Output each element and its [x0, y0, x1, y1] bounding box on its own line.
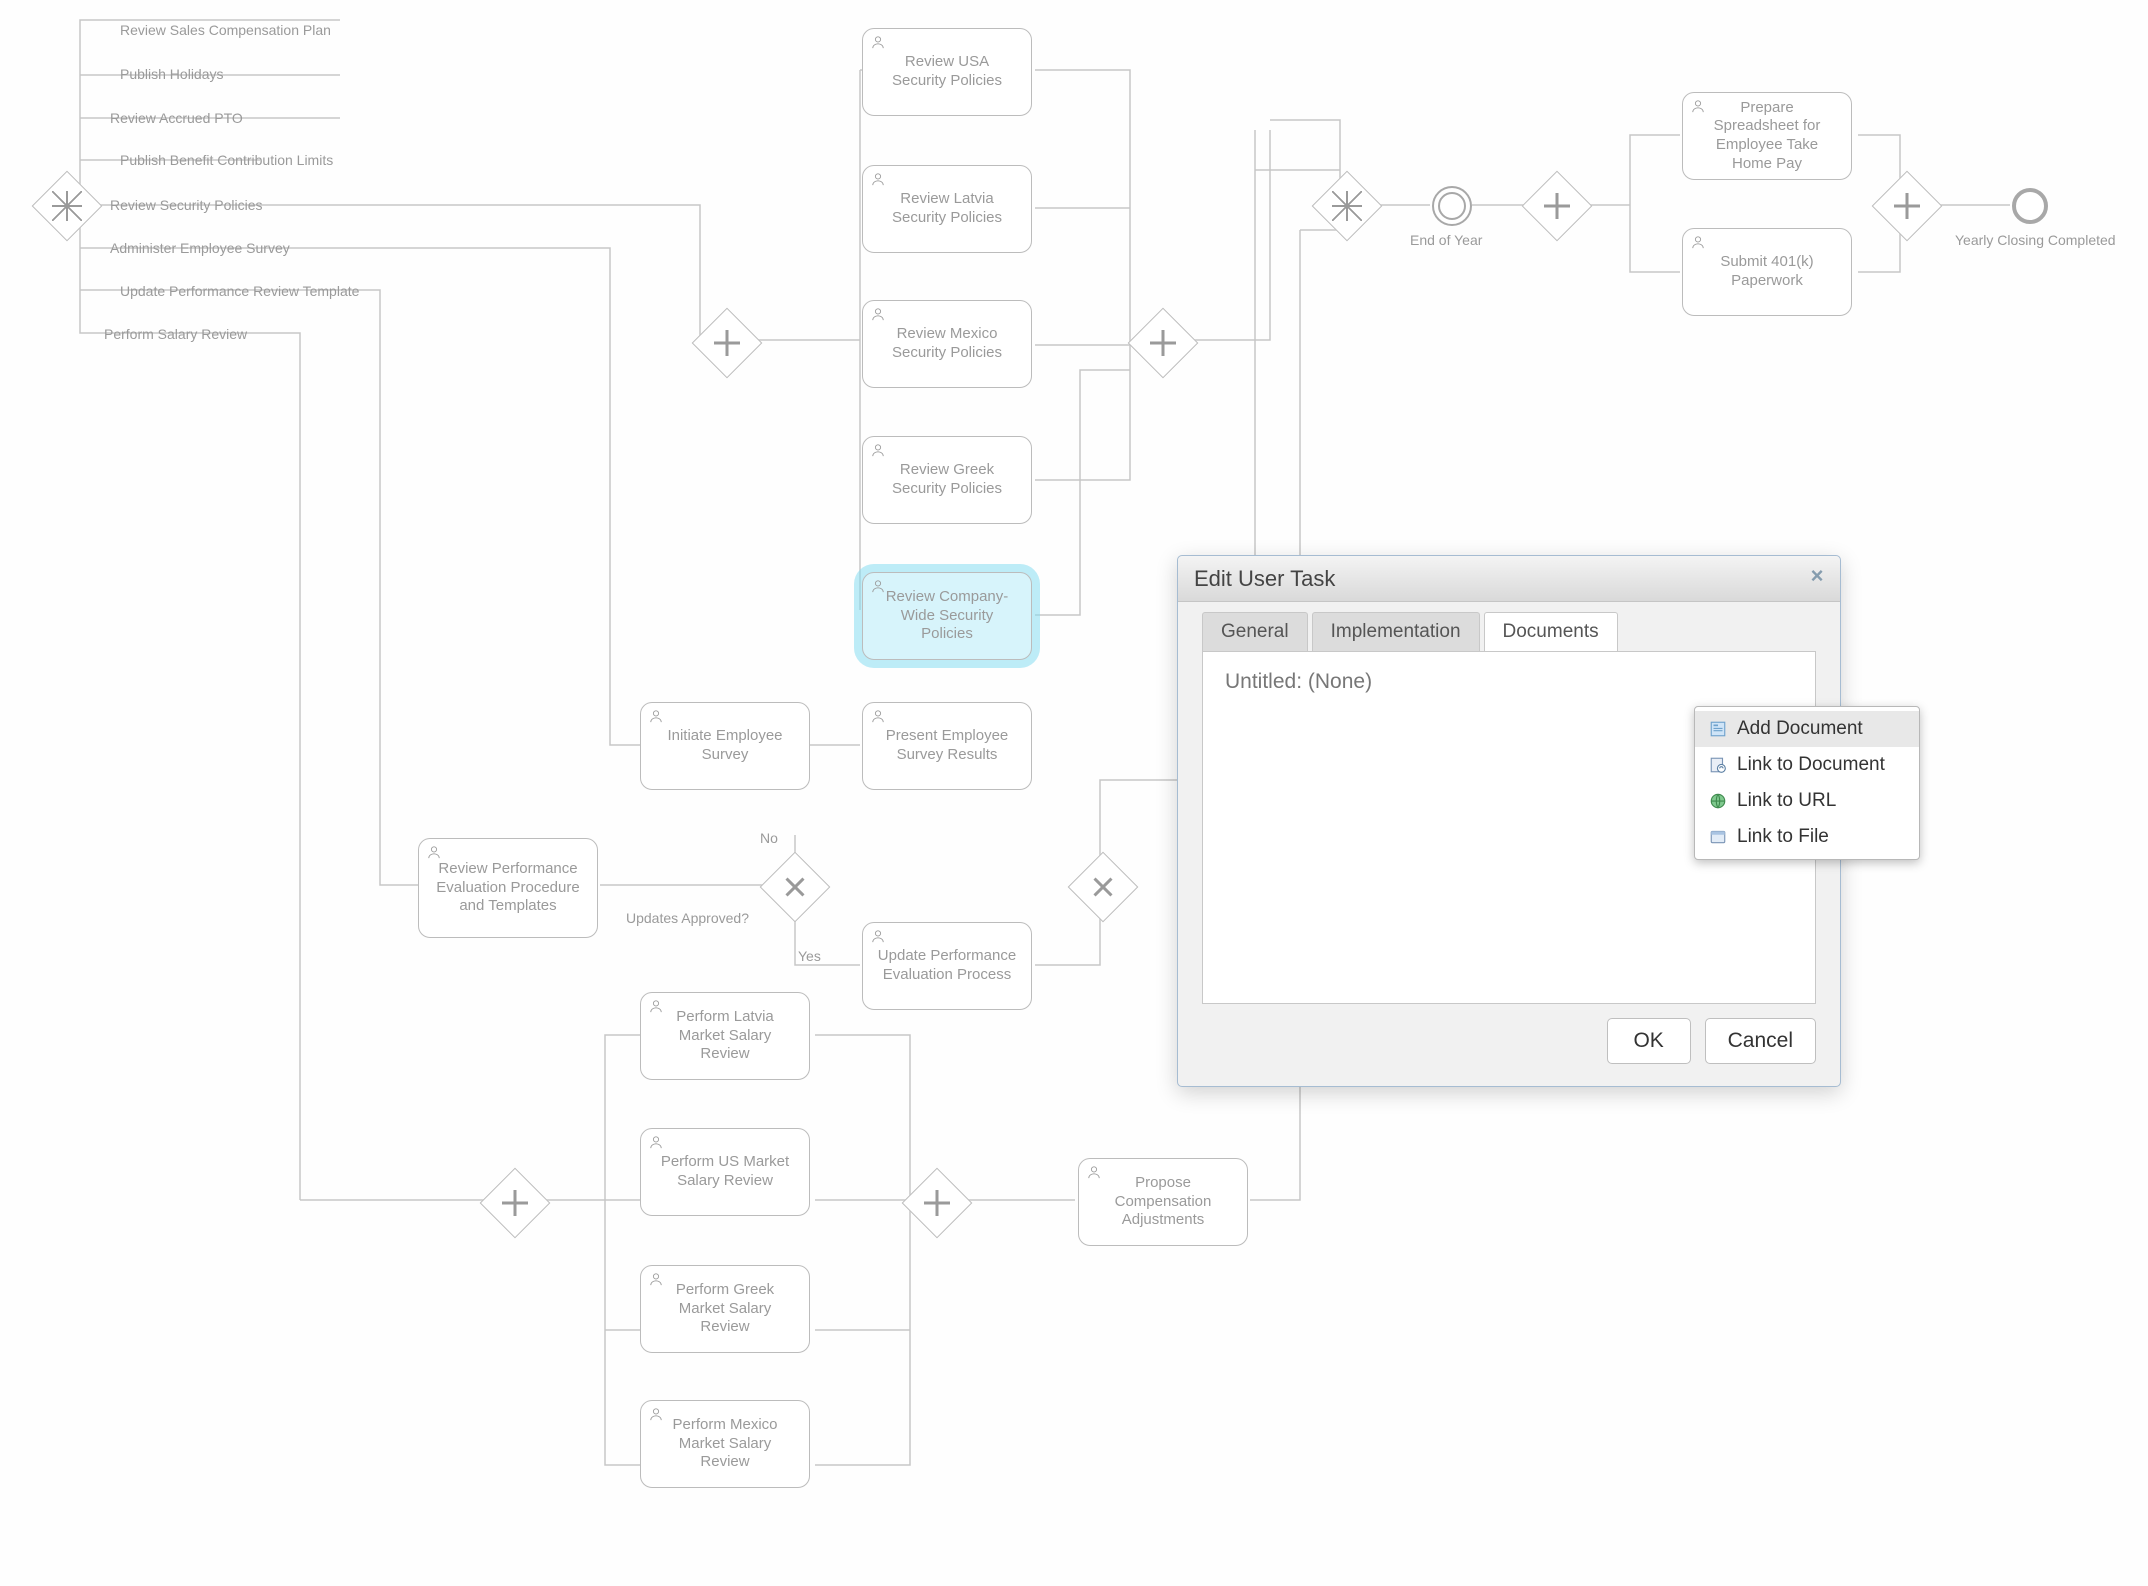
task-latvia-salary[interactable]: Perform Latvia Market Salary Review	[640, 992, 810, 1080]
task-label: Prepare Spreadsheet for Employee Take Ho…	[1697, 99, 1837, 174]
dialog-title: Edit User Task	[1194, 566, 1335, 592]
task-label: Initiate Employee Survey	[655, 727, 795, 765]
event-label: End of Year	[1410, 232, 1482, 248]
gateway-parallel-security-split[interactable]	[692, 308, 763, 379]
user-icon	[649, 1272, 663, 1286]
edge-label: Administer Employee Survey	[110, 240, 290, 256]
document-icon	[1709, 720, 1727, 738]
user-icon	[649, 1407, 663, 1421]
menu-label: Add Document	[1737, 718, 1863, 740]
menu-label: Link to Document	[1737, 754, 1885, 776]
user-icon	[871, 172, 885, 186]
event-label: Yearly Closing Completed	[1955, 232, 2116, 248]
add-document-menu: Add Document Link to Document Link to UR…	[1694, 706, 1920, 860]
task-us-salary[interactable]: Perform US Market Salary Review	[640, 1128, 810, 1216]
cancel-button[interactable]: Cancel	[1705, 1018, 1816, 1064]
event-end-closing[interactable]	[2012, 188, 2048, 224]
user-icon	[1087, 1165, 1101, 1179]
task-label: Review Mexico Security Policies	[877, 325, 1017, 363]
gateway-parallel-right-split[interactable]	[1522, 171, 1593, 242]
ok-button[interactable]: OK	[1607, 1018, 1691, 1064]
task-label: Review Latvia Security Policies	[877, 190, 1017, 228]
task-usa-security[interactable]: Review USA Security Policies	[862, 28, 1032, 116]
menu-label: Link to URL	[1737, 790, 1836, 812]
gateway-label: Updates Approved?	[626, 910, 749, 926]
user-icon	[871, 929, 885, 943]
task-label: Present Employee Survey Results	[877, 727, 1017, 765]
edge-label: Review Sales Compensation Plan	[120, 22, 331, 38]
task-spreadsheet[interactable]: Prepare Spreadsheet for Employee Take Ho…	[1682, 92, 1852, 180]
task-present-survey[interactable]: Present Employee Survey Results	[862, 702, 1032, 790]
event-intermediate-eoy[interactable]	[1432, 186, 1472, 226]
task-label: Review USA Security Policies	[877, 53, 1017, 91]
user-icon	[649, 709, 663, 723]
task-label: Review Performance Evaluation Procedure …	[433, 860, 583, 916]
user-icon	[1691, 99, 1705, 113]
task-label: Perform Latvia Market Salary Review	[655, 1008, 795, 1064]
edge-label: Perform Salary Review	[104, 326, 247, 342]
task-label: Perform Greek Market Salary Review	[655, 1281, 795, 1337]
tab-implementation[interactable]: Implementation	[1312, 612, 1480, 651]
edge-label: Update Performance Review Template	[120, 283, 359, 299]
task-update-perf[interactable]: Update Performance Evaluation Process	[862, 922, 1032, 1010]
gateway-perf-merge[interactable]	[1068, 852, 1139, 923]
task-latvia-security[interactable]: Review Latvia Security Policies	[862, 165, 1032, 253]
edge-label: Publish Holidays	[120, 66, 224, 82]
dialog-tabs: General Implementation Documents	[1178, 602, 1840, 651]
close-icon[interactable]: ×	[1806, 566, 1828, 588]
gateway-parallel-right-merge[interactable]	[1872, 171, 1943, 242]
task-label: Perform US Market Salary Review	[655, 1153, 795, 1191]
gateway-parallel-salary-split[interactable]	[480, 1168, 551, 1239]
panel-placeholder-text: Untitled: (None)	[1225, 670, 1793, 694]
tab-documents[interactable]: Documents	[1484, 612, 1618, 651]
user-icon	[871, 35, 885, 49]
tab-general[interactable]: General	[1202, 612, 1308, 651]
menu-link-url[interactable]: Link to URL	[1695, 783, 1919, 819]
task-initiate-survey[interactable]: Initiate Employee Survey	[640, 702, 810, 790]
task-label: Propose Compensation Adjustments	[1093, 1174, 1233, 1230]
link-document-icon	[1709, 756, 1727, 774]
task-label: Review Greek Security Policies	[877, 461, 1017, 499]
task-label: Perform Mexico Market Salary Review	[655, 1416, 795, 1472]
menu-link-document[interactable]: Link to Document	[1695, 747, 1919, 783]
user-icon	[871, 709, 885, 723]
globe-icon	[1709, 792, 1727, 810]
gateway-parallel-salary-merge[interactable]	[902, 1168, 973, 1239]
gateway-complex-start[interactable]	[32, 171, 103, 242]
task-greek-security[interactable]: Review Greek Security Policies	[862, 436, 1032, 524]
gateway-complex-merge[interactable]	[1312, 171, 1383, 242]
task-label: Update Performance Evaluation Process	[877, 947, 1017, 985]
task-mexico-salary[interactable]: Perform Mexico Market Salary Review	[640, 1400, 810, 1488]
gateway-parallel-security-merge[interactable]	[1128, 308, 1199, 379]
task-label: Submit 401(k) Paperwork	[1697, 253, 1837, 291]
task-company-security-selected[interactable]: Review Company-Wide Security Policies	[862, 572, 1032, 660]
task-propose-comp[interactable]: Propose Compensation Adjustments	[1078, 1158, 1248, 1246]
task-review-perf-proc[interactable]: Review Performance Evaluation Procedure …	[418, 838, 598, 938]
task-greek-salary[interactable]: Perform Greek Market Salary Review	[640, 1265, 810, 1353]
dialog-footer: OK Cancel	[1178, 1018, 1840, 1086]
edge-label-yes: Yes	[798, 948, 821, 964]
user-icon	[1691, 235, 1705, 249]
menu-label: Link to File	[1737, 826, 1829, 848]
edge-label: Publish Benefit Contribution Limits	[120, 152, 333, 168]
edge-label-no: No	[760, 830, 778, 846]
task-401k[interactable]: Submit 401(k) Paperwork	[1682, 228, 1852, 316]
menu-link-file[interactable]: Link to File	[1695, 819, 1919, 855]
user-icon	[871, 307, 885, 321]
task-label: Review Company-Wide Security Policies	[877, 588, 1017, 644]
user-icon	[649, 1135, 663, 1149]
user-icon	[871, 443, 885, 457]
dialog-titlebar[interactable]: Edit User Task ×	[1178, 556, 1840, 602]
user-icon	[871, 579, 885, 593]
gateway-updates-approved[interactable]	[760, 852, 831, 923]
user-icon	[649, 999, 663, 1013]
edge-label: Review Security Policies	[110, 197, 263, 213]
file-icon	[1709, 828, 1727, 846]
menu-add-document[interactable]: Add Document	[1695, 711, 1919, 747]
user-icon	[427, 845, 441, 859]
task-mexico-security[interactable]: Review Mexico Security Policies	[862, 300, 1032, 388]
edge-label: Review Accrued PTO	[110, 110, 243, 126]
